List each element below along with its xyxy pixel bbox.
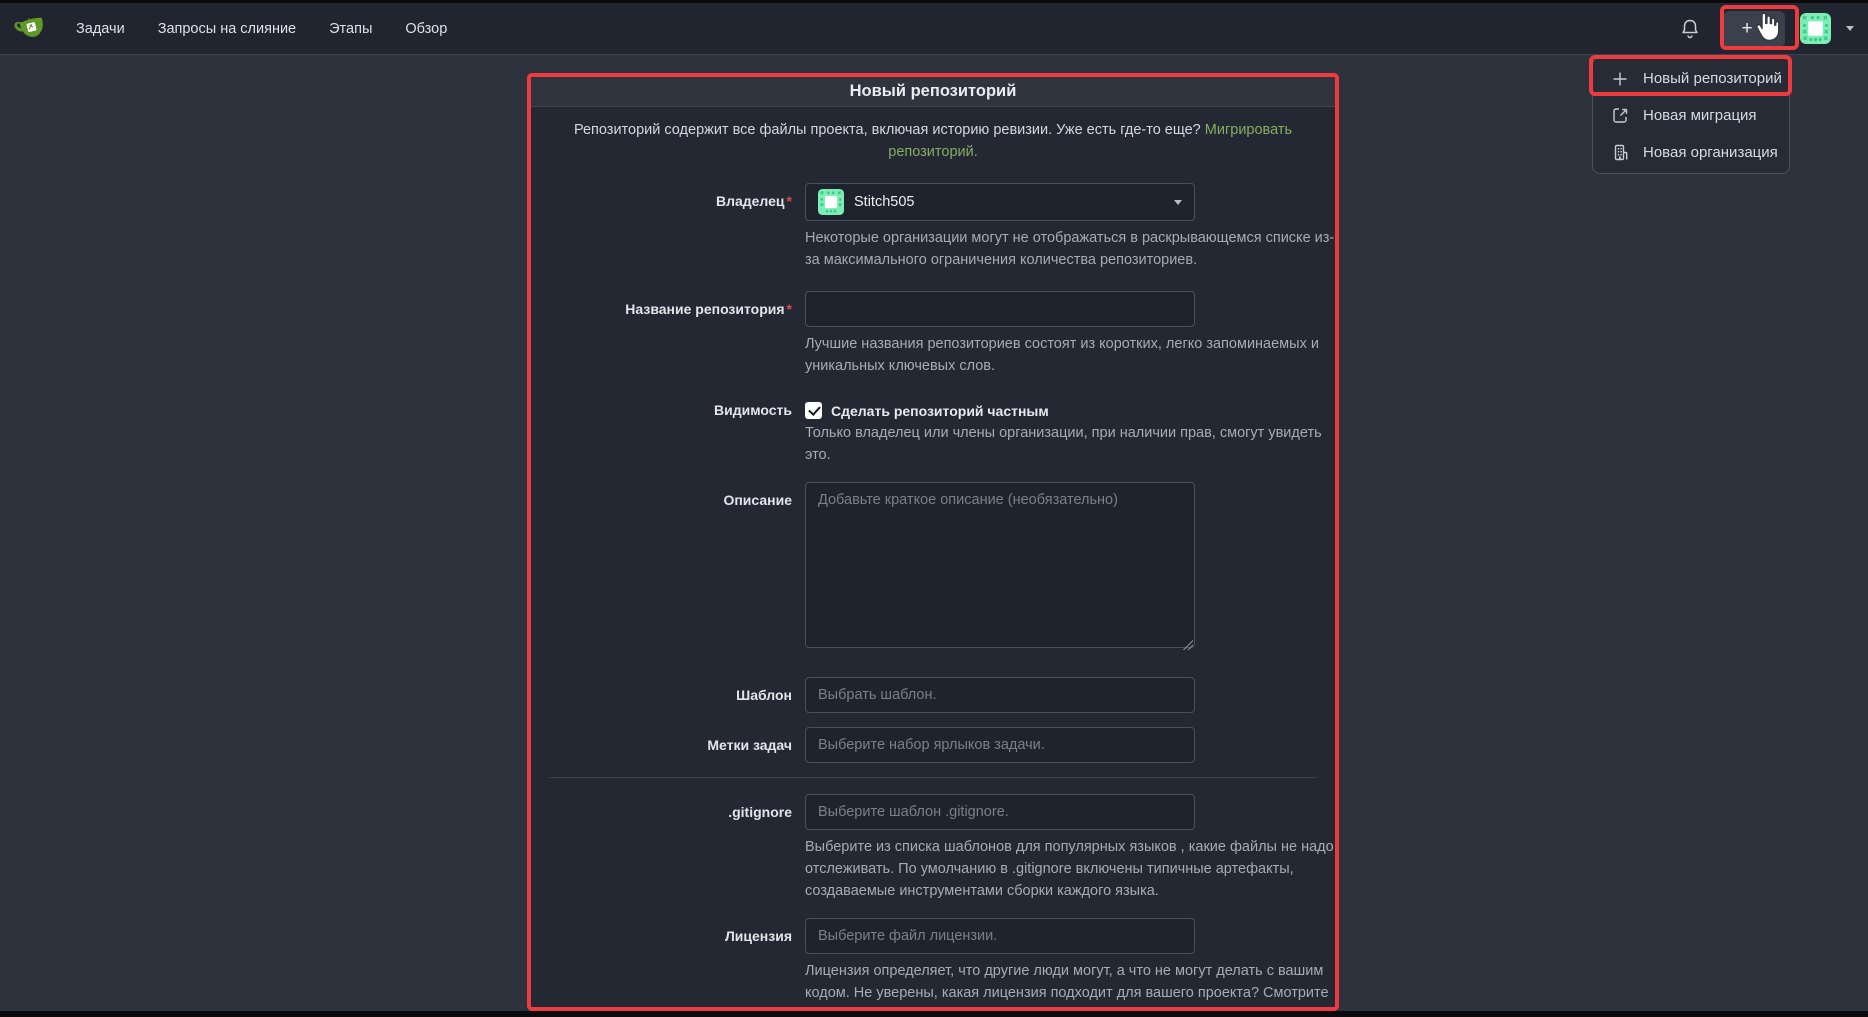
issue-labels-label-text: Метки задач [707,737,792,753]
owner-select[interactable]: Stitch505 [805,183,1195,221]
owner-avatar [818,189,844,215]
form-title: Новый репозиторий [531,77,1335,107]
navbar: Задачи Запросы на слияние Этапы Обзор + [0,3,1868,55]
visibility-label: Видимость [547,393,805,466]
user-avatar[interactable] [1800,13,1831,44]
issue-labels-input[interactable] [805,727,1195,763]
nav-item-pull-requests[interactable]: Запросы на слияние [158,21,296,37]
notifications-bell-icon[interactable] [1680,18,1700,40]
description-textarea[interactable] [805,482,1195,648]
required-mark: * [787,301,792,317]
gitignore-label: .gitignore [547,794,805,902]
gitignore-label-text: .gitignore [728,804,792,820]
license-row: Лицензия Лицензия определяет, что другие… [547,918,1319,1011]
license-input[interactable] [805,918,1195,954]
form-intro: Репозиторий содержит все файлы проекта, … [568,107,1298,163]
repo-name-row: Название репозитория* Лучшие названия ре… [547,291,1319,377]
repo-name-label: Название репозитория* [547,291,805,377]
repo-name-label-text: Название репозитория [625,301,784,317]
license-label-text: Лицензия [725,928,792,944]
menu-item-new-migration[interactable]: Новая миграция [1593,97,1789,134]
description-label: Описание [547,482,805,653]
chevron-down-icon [1174,200,1182,205]
visibility-help: Только владелец или члены организации, п… [805,422,1337,466]
description-row: Описание [547,482,1319,653]
visibility-label-text: Видимость [714,402,792,418]
plus-icon [1611,70,1629,88]
template-label: Шаблон [547,677,805,713]
plus-icon: + [1741,18,1752,40]
menu-item-label: Новая организация [1643,144,1778,161]
chevron-down-icon [1759,26,1767,31]
license-label: Лицензия [547,918,805,1011]
menu-item-new-organization[interactable]: Новая организация [1593,134,1789,171]
template-label-text: Шаблон [736,687,792,703]
required-mark: * [787,193,792,209]
menu-item-new-repository[interactable]: Новый репозиторий [1593,60,1789,97]
menu-item-label: Новый репозиторий [1643,70,1782,87]
repo-name-help: Лучшие названия репозиториев состоят из … [805,333,1337,377]
gitignore-row: .gitignore Выберите из списка шаблонов д… [547,794,1319,902]
navbar-right: + [1680,11,1854,47]
template-input[interactable] [805,677,1195,713]
window-bottom-edge [0,1011,1868,1017]
nav-item-milestones[interactable]: Этапы [329,21,372,37]
gitignore-help: Выберите из списка шаблонов для популярн… [805,836,1337,902]
private-checkbox[interactable] [805,402,822,419]
section-divider [549,777,1317,778]
license-help-text: Лицензия определяет, что другие люди мог… [805,963,1329,1001]
menu-item-label: Новая миграция [1643,107,1757,124]
new-repository-panel: Новый репозиторий Репозиторий содержит в… [527,73,1339,1011]
owner-help: Некоторые организации могут не отображат… [805,227,1337,271]
repo-name-input[interactable] [805,291,1195,327]
nav-item-explore[interactable]: Обзор [405,21,447,37]
create-new-button[interactable]: + [1723,11,1785,47]
private-checkbox-label[interactable]: Сделать репозиторий частным [831,403,1049,419]
issue-labels-label: Метки задач [547,727,805,763]
template-row: Шаблон [547,677,1319,713]
gitea-logo-icon[interactable] [14,14,48,44]
create-dropdown-menu: Новый репозиторий Новая миграция Н [1592,57,1790,174]
owner-label-text: Владелец [716,193,785,209]
visibility-row: Видимость Сделать репозиторий частным То… [547,393,1319,466]
owner-label: Владелец* [547,183,805,271]
description-label-text: Описание [723,492,792,508]
organization-icon [1611,144,1629,162]
nav-links: Задачи Запросы на слияние Этапы Обзор [76,21,447,37]
issue-labels-row: Метки задач [547,727,1319,763]
migration-icon [1611,107,1629,125]
avatar-chevron-down-icon[interactable] [1846,26,1854,31]
gitignore-input[interactable] [805,794,1195,830]
owner-row: Владелец* [547,183,1319,271]
intro-text: Репозиторий содержит все файлы проекта, … [574,122,1201,138]
license-help: Лицензия определяет, что другие люди мог… [805,960,1337,1011]
nav-item-issues[interactable]: Задачи [76,21,125,37]
owner-name: Stitch505 [854,194,1164,210]
